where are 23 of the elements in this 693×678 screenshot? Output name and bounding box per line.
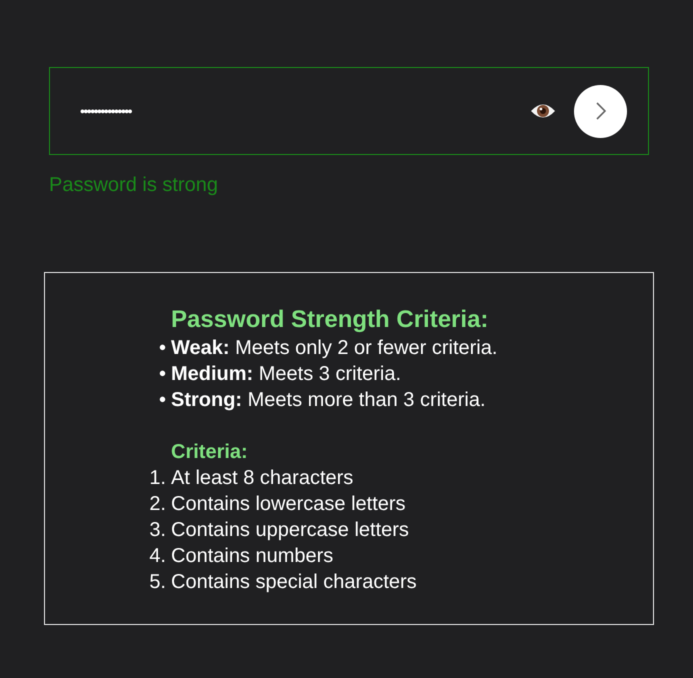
chevron-right-icon (596, 102, 606, 120)
list-item-text: Weak: Meets only 2 or fewer criteria. (170, 336, 498, 361)
strength-message: Password is strong (49, 174, 218, 197)
list-item-text: Strong: Meets more than 3 criteria. (170, 388, 486, 413)
list-marker: 4. (149, 544, 166, 569)
list-item-text: Contains lowercase letters (170, 492, 406, 517)
submit-button[interactable] (574, 84, 627, 138)
list-marker: • (158, 388, 166, 413)
eye-icon[interactable] (530, 102, 556, 120)
list-item-text: At least 8 characters (170, 466, 354, 491)
list-marker: 3. (149, 518, 166, 543)
list-item-text: Contains uppercase letters (170, 518, 409, 543)
list-item-text: Contains numbers (170, 544, 334, 569)
list-item-text: Medium: Meets 3 criteria. (170, 362, 402, 387)
panel-title: Password Strength Criteria: (170, 305, 488, 335)
list-marker: • (158, 362, 166, 387)
list-marker: 2. (149, 492, 166, 517)
list-marker: 5. (149, 570, 166, 595)
list-item-text: Contains special characters (170, 570, 417, 595)
list-marker: 1. (149, 466, 166, 491)
password-input[interactable]: ••••••••••••••• (80, 103, 512, 119)
list-marker: • (158, 336, 166, 361)
section-heading: Criteria: (170, 440, 248, 465)
